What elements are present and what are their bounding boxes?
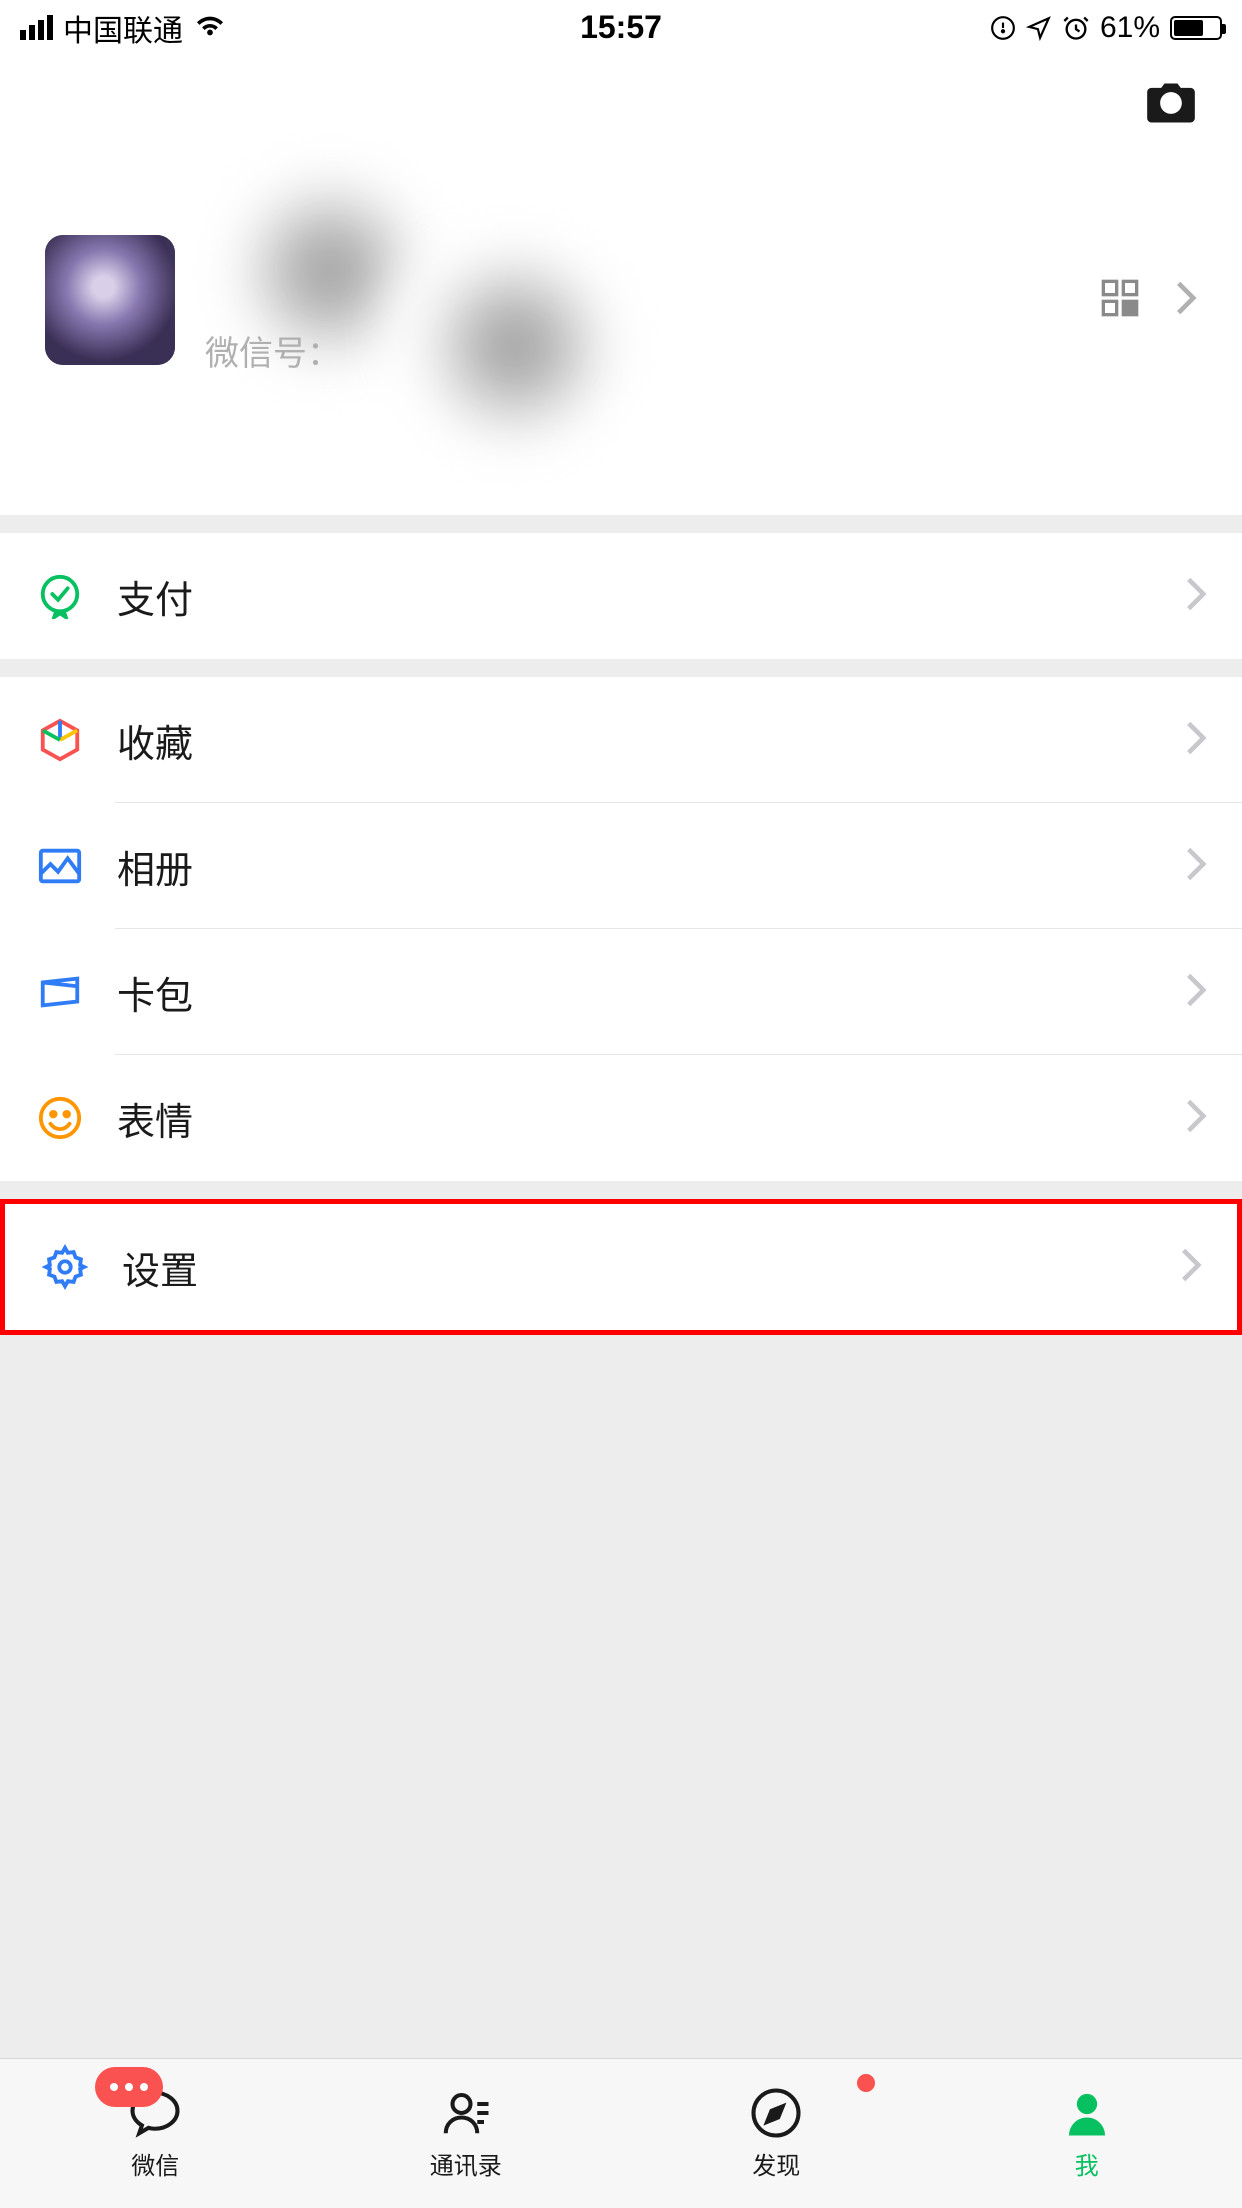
chat-badge [95, 2067, 163, 2107]
lock-rotation-icon [990, 15, 1016, 41]
profile-card[interactable]: 微信号： [0, 155, 1242, 515]
tab-me[interactable]: 我 [932, 2059, 1242, 2208]
tab-chat[interactable]: 微信 [0, 2059, 311, 2208]
me-icon [1057, 2086, 1117, 2140]
tab-discover-label: 发现 [752, 2146, 800, 2181]
menu-settings[interactable]: 设置 [5, 1204, 1237, 1330]
discover-icon [746, 2086, 806, 2140]
chevron-right-icon [1185, 575, 1207, 618]
chevron-right-icon [1185, 1097, 1207, 1140]
menu-cards[interactable]: 卡包 [0, 929, 1242, 1055]
menu-cards-label: 卡包 [117, 965, 1185, 1020]
signal-icon [20, 15, 53, 40]
tab-chat-label: 微信 [131, 2146, 179, 2181]
tab-me-label: 我 [1075, 2146, 1099, 2181]
sticker-icon [35, 1093, 85, 1143]
battery-percent: 61% [1100, 11, 1160, 45]
tab-bar: 微信 通讯录 发现 我 [0, 2058, 1242, 2208]
menu-album[interactable]: 相册 [0, 803, 1242, 929]
wifi-icon [193, 7, 227, 49]
location-icon [1026, 15, 1052, 41]
menu-settings-label: 设置 [122, 1240, 1180, 1295]
profile-info: 微信号： [205, 276, 1100, 325]
status-time: 15:57 [580, 9, 662, 46]
qr-code-icon[interactable] [1100, 278, 1140, 323]
section-settings-highlighted: 设置 [0, 1199, 1242, 1335]
cards-icon [35, 967, 85, 1017]
camera-icon[interactable] [1145, 81, 1197, 130]
chevron-right-icon [1185, 845, 1207, 888]
menu-favorites[interactable]: 收藏 [0, 677, 1242, 803]
avatar [45, 235, 175, 365]
chevron-right-icon [1185, 971, 1207, 1014]
wechat-id-label: 微信号： [205, 326, 1100, 375]
tab-discover[interactable]: 发现 [621, 2059, 932, 2208]
status-left: 中国联通 [20, 6, 227, 50]
favorites-icon [35, 715, 85, 765]
menu-album-label: 相册 [117, 839, 1185, 894]
contacts-icon [436, 2086, 496, 2140]
pay-icon [35, 571, 85, 621]
tab-contacts[interactable]: 通讯录 [311, 2059, 622, 2208]
chevron-right-icon [1175, 279, 1197, 322]
menu-sticker-label: 表情 [117, 1091, 1185, 1146]
battery-icon [1170, 16, 1222, 40]
settings-icon [40, 1242, 90, 1292]
status-right: 61% [990, 11, 1222, 45]
alarm-icon [1062, 14, 1090, 42]
section-items: 收藏 相册 卡包 表情 [0, 677, 1242, 1181]
chevron-right-icon [1185, 719, 1207, 762]
tab-contacts-label: 通讯录 [430, 2146, 502, 2181]
menu-favorites-label: 收藏 [117, 713, 1185, 768]
album-icon [35, 841, 85, 891]
discover-badge [854, 2071, 878, 2095]
section-pay: 支付 [0, 533, 1242, 659]
menu-pay-label: 支付 [117, 569, 1185, 624]
carrier-label: 中国联通 [63, 6, 183, 50]
status-bar: 中国联通 15:57 61% [0, 0, 1242, 55]
menu-sticker[interactable]: 表情 [0, 1055, 1242, 1181]
chevron-right-icon [1180, 1246, 1202, 1289]
menu-pay[interactable]: 支付 [0, 533, 1242, 659]
header-top [0, 55, 1242, 155]
